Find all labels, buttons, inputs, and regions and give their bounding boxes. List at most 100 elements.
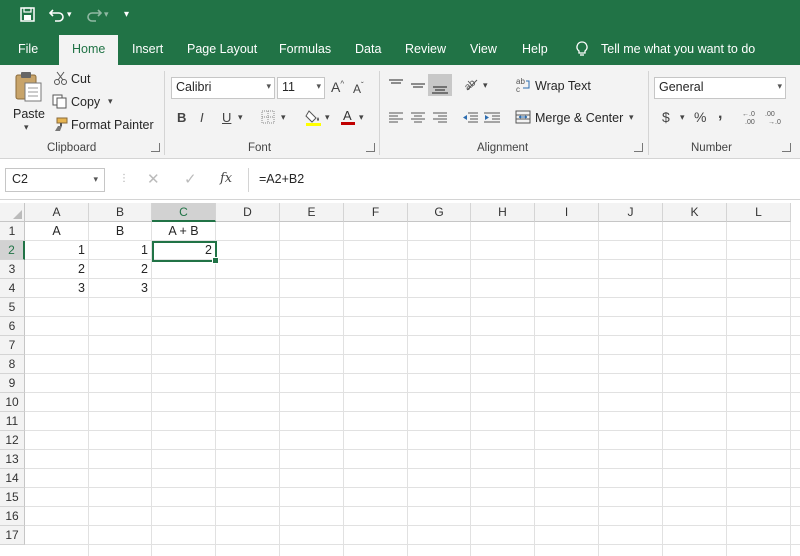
- increase-decimal-icon[interactable]: ←.0.00: [742, 109, 760, 127]
- copy-icon[interactable]: [52, 94, 67, 111]
- column-header-j[interactable]: J: [599, 203, 663, 222]
- paste-dropdown-icon[interactable]: ▾: [24, 123, 29, 132]
- italic-button[interactable]: I: [200, 111, 204, 124]
- row-header-14[interactable]: 14: [0, 469, 25, 488]
- alignment-launcher-icon[interactable]: [634, 143, 643, 152]
- tab-data[interactable]: Data: [355, 42, 381, 56]
- decrease-font-size-icon[interactable]: Aˇ: [353, 82, 364, 96]
- wrap-text-icon[interactable]: ab c: [515, 77, 531, 95]
- decrease-decimal-icon[interactable]: .00 →.0: [765, 109, 783, 127]
- tab-review[interactable]: Review: [405, 42, 446, 56]
- font-color-icon[interactable]: A: [340, 108, 356, 128]
- row-header-3[interactable]: 3: [0, 260, 25, 279]
- column-header-g[interactable]: G: [408, 203, 471, 222]
- fill-color-icon[interactable]: [305, 108, 323, 128]
- cell-b3[interactable]: 2: [89, 260, 151, 279]
- row-header-7[interactable]: 7: [0, 336, 25, 355]
- font-launcher-icon[interactable]: [366, 143, 375, 152]
- number-format-select[interactable]: General ▾: [654, 77, 786, 99]
- cell-b1[interactable]: B: [89, 222, 151, 241]
- redo-dropdown-icon[interactable]: ▾: [104, 9, 109, 20]
- row-header-15[interactable]: 15: [0, 488, 25, 507]
- clipboard-launcher-icon[interactable]: [151, 143, 160, 152]
- row-header-16[interactable]: 16: [0, 507, 25, 526]
- column-header-h[interactable]: H: [471, 203, 535, 222]
- cell-a3[interactable]: 2: [25, 260, 88, 279]
- insert-function-icon[interactable]: fx: [220, 172, 232, 185]
- merge-dropdown-icon[interactable]: ▾: [629, 113, 634, 122]
- cell-b2[interactable]: 1: [89, 241, 151, 260]
- customize-quick-access-icon[interactable]: ▾: [124, 9, 129, 20]
- column-header-c[interactable]: C: [152, 203, 216, 222]
- column-header-i[interactable]: I: [535, 203, 599, 222]
- increase-indent-icon[interactable]: [483, 111, 501, 127]
- font-size-select[interactable]: 11 ▾: [277, 77, 325, 99]
- row-header-4[interactable]: 4: [0, 279, 25, 298]
- row-header-13[interactable]: 13: [0, 450, 25, 469]
- orientation-icon[interactable]: ab: [462, 76, 479, 94]
- cancel-icon[interactable]: ✕: [147, 172, 160, 187]
- currency-dropdown-icon[interactable]: ▾: [680, 113, 685, 122]
- undo-icon[interactable]: [48, 7, 65, 25]
- orientation-dropdown-icon[interactable]: ▾: [483, 81, 488, 90]
- cut-button[interactable]: Cut: [71, 72, 90, 86]
- increase-font-size-icon[interactable]: A^: [331, 80, 344, 94]
- redo-icon[interactable]: [86, 7, 103, 25]
- copy-button[interactable]: Copy: [71, 95, 100, 109]
- cell-a4[interactable]: 3: [25, 279, 88, 298]
- number-launcher-icon[interactable]: [782, 143, 791, 152]
- top-align-icon[interactable]: [388, 78, 404, 94]
- active-cell-selection[interactable]: [152, 241, 219, 264]
- copy-dropdown-icon[interactable]: ▾: [108, 97, 113, 106]
- tab-page-layout[interactable]: Page Layout: [187, 42, 257, 56]
- percent-button[interactable]: %: [694, 110, 706, 124]
- tab-help[interactable]: Help: [522, 42, 548, 56]
- comma-style-button[interactable]: ,: [718, 106, 722, 122]
- column-header-b[interactable]: B: [89, 203, 152, 222]
- select-all-button[interactable]: [0, 203, 25, 222]
- paste-icon[interactable]: [13, 71, 43, 106]
- underline-button[interactable]: U: [222, 111, 231, 124]
- paste-button[interactable]: Paste: [13, 107, 45, 121]
- borders-dropdown-icon[interactable]: ▾: [281, 113, 286, 122]
- formula-input[interactable]: =A2+B2: [248, 168, 800, 192]
- cell-c1[interactable]: A + B: [152, 222, 215, 241]
- currency-button[interactable]: $: [662, 110, 670, 124]
- merge-center-button[interactable]: Merge & Center: [535, 111, 623, 125]
- column-header-d[interactable]: D: [216, 203, 280, 222]
- row-header-6[interactable]: 6: [0, 317, 25, 336]
- save-icon[interactable]: [20, 7, 35, 25]
- underline-dropdown-icon[interactable]: ▾: [238, 113, 243, 122]
- borders-icon[interactable]: [261, 110, 275, 126]
- column-header-k[interactable]: K: [663, 203, 727, 222]
- row-header-11[interactable]: 11: [0, 412, 25, 431]
- cell-a1[interactable]: A: [25, 222, 88, 241]
- cell-a2[interactable]: 1: [25, 241, 88, 260]
- row-header-2[interactable]: 2: [0, 241, 25, 260]
- column-header-e[interactable]: E: [280, 203, 344, 222]
- tab-home[interactable]: Home: [59, 35, 119, 65]
- tab-insert[interactable]: Insert: [132, 42, 163, 56]
- bold-button[interactable]: B: [177, 111, 186, 124]
- name-box[interactable]: C2 ▾: [5, 168, 105, 192]
- font-color-dropdown-icon[interactable]: ▾: [359, 113, 364, 122]
- align-left-icon[interactable]: [388, 111, 404, 127]
- font-name-select[interactable]: Calibri ▾: [171, 77, 275, 99]
- tab-file[interactable]: File: [18, 42, 38, 56]
- undo-dropdown-icon[interactable]: ▾: [67, 9, 72, 20]
- lightbulb-icon[interactable]: [576, 41, 588, 60]
- decrease-indent-icon[interactable]: [461, 111, 479, 127]
- worksheet-grid[interactable]: A B C D E F G H I J K L 1 2 3 4 5 6 7 8 9 10 11 12 13 14 15 16 17 A B A…: [0, 203, 800, 556]
- row-header-1[interactable]: 1: [0, 222, 25, 241]
- row-header-5[interactable]: 5: [0, 298, 25, 317]
- row-header-9[interactable]: 9: [0, 374, 25, 393]
- format-painter-button[interactable]: Format Painter: [71, 118, 154, 132]
- row-header-17[interactable]: 17: [0, 526, 25, 545]
- tell-me-search[interactable]: Tell me what you want to do: [601, 42, 755, 56]
- fill-color-dropdown-icon[interactable]: ▾: [325, 113, 330, 122]
- tab-view[interactable]: View: [470, 42, 497, 56]
- column-header-l[interactable]: L: [727, 203, 791, 222]
- wrap-text-button[interactable]: Wrap Text: [535, 79, 591, 93]
- cell-b4[interactable]: 3: [89, 279, 151, 298]
- row-header-8[interactable]: 8: [0, 355, 25, 374]
